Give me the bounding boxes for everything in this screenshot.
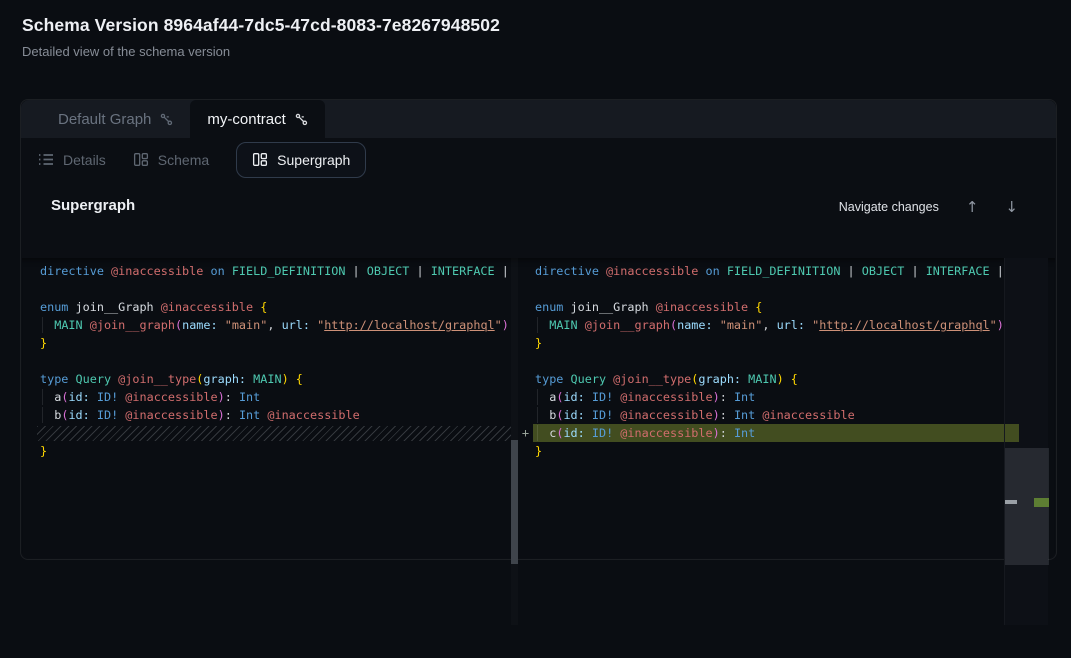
split-panel-icon (133, 152, 149, 167)
code-line: directive @inaccessible on FIELD_DEFINIT… (21, 262, 511, 280)
contract-fork-icon (295, 113, 308, 126)
code-line: MAIN @join__graph(name: "main", url: "ht… (21, 316, 511, 334)
tab-default-graph[interactable]: Default Graph (41, 100, 190, 138)
list-icon (38, 152, 54, 167)
supergraph-panel-header: Supergraph Navigate changes ↑ ↓ (21, 181, 1056, 258)
tab-label: Default Graph (58, 111, 151, 128)
subtab-label: Supergraph (277, 152, 350, 168)
code-line: MAIN @join__graph(name: "main", url: "ht… (533, 316, 1004, 334)
code-line: a(id: ID! @inaccessible): Int (21, 388, 511, 406)
code-line: } (533, 334, 1004, 352)
tab-details[interactable]: Details (38, 152, 106, 168)
subtab-label: Schema (158, 152, 209, 168)
code-line: b(id: ID! @inaccessible): Int @inaccessi… (533, 406, 1004, 424)
right-editor-minimap[interactable] (1004, 258, 1048, 625)
diff-modified-pane[interactable]: directive @inaccessible on FIELD_DEFINIT… (533, 262, 1004, 462)
arrow-down-icon[interactable]: ↓ (1005, 198, 1018, 216)
page-title: Schema Version 8964af44-7dc5-47cd-8083-7… (22, 15, 500, 36)
tab-supergraph[interactable]: Supergraph (236, 142, 366, 178)
contract-fork-icon (160, 113, 173, 126)
arrow-up-icon[interactable]: ↑ (966, 198, 979, 216)
code-line: } (21, 334, 511, 352)
code-line: enum join__Graph @inaccessible { (533, 298, 1004, 316)
left-editor-scrollbar[interactable] (511, 258, 518, 625)
navigate-changes-group: Navigate changes ↑ ↓ (839, 198, 1018, 216)
code-line: b(id: ID! @inaccessible): Int @inaccessi… (21, 406, 511, 424)
subtab-label: Details (63, 152, 106, 168)
blank-line (21, 352, 511, 370)
insert-plus-marker: + (518, 424, 533, 442)
hatch-line (37, 426, 511, 441)
diff-original-pane[interactable]: directive @inaccessible on FIELD_DEFINIT… (21, 262, 511, 462)
blank-line (533, 280, 1004, 298)
tab-my-contract[interactable]: my-contract (190, 100, 324, 138)
tab-label: my-contract (207, 111, 285, 128)
navigate-changes-label: Navigate changes (839, 200, 939, 214)
code-line: } (21, 442, 511, 460)
minimap-cursor-marker (1005, 500, 1017, 504)
panel-title: Supergraph (51, 197, 135, 214)
code-line: } (533, 442, 1004, 460)
view-subtabs: Details Schema Supergraph (21, 138, 1056, 181)
page-subtitle: Detailed view of the schema version (22, 44, 230, 59)
blank-line (533, 352, 1004, 370)
code-line: type Query @join__type(graph: MAIN) { (21, 370, 511, 388)
scrollbar-slider[interactable] (511, 440, 518, 564)
tab-schema[interactable]: Schema (133, 152, 209, 168)
variant-tabbar: Default Graph my-contract (21, 100, 1056, 138)
code-line: a(id: ID! @inaccessible): Int (533, 388, 1004, 406)
code-line: type Query @join__type(graph: MAIN) { (533, 370, 1004, 388)
blank-line (21, 280, 511, 298)
minimap-insert-marker (1034, 498, 1049, 507)
overview-insert-marker (1005, 424, 1019, 442)
split-panel-icon (252, 152, 268, 167)
code-line: enum join__Graph @inaccessible { (21, 298, 511, 316)
code-line: directive @inaccessible on FIELD_DEFINIT… (533, 262, 1004, 280)
insert-line: c(id: ID! @inaccessible): Int (533, 424, 1004, 442)
